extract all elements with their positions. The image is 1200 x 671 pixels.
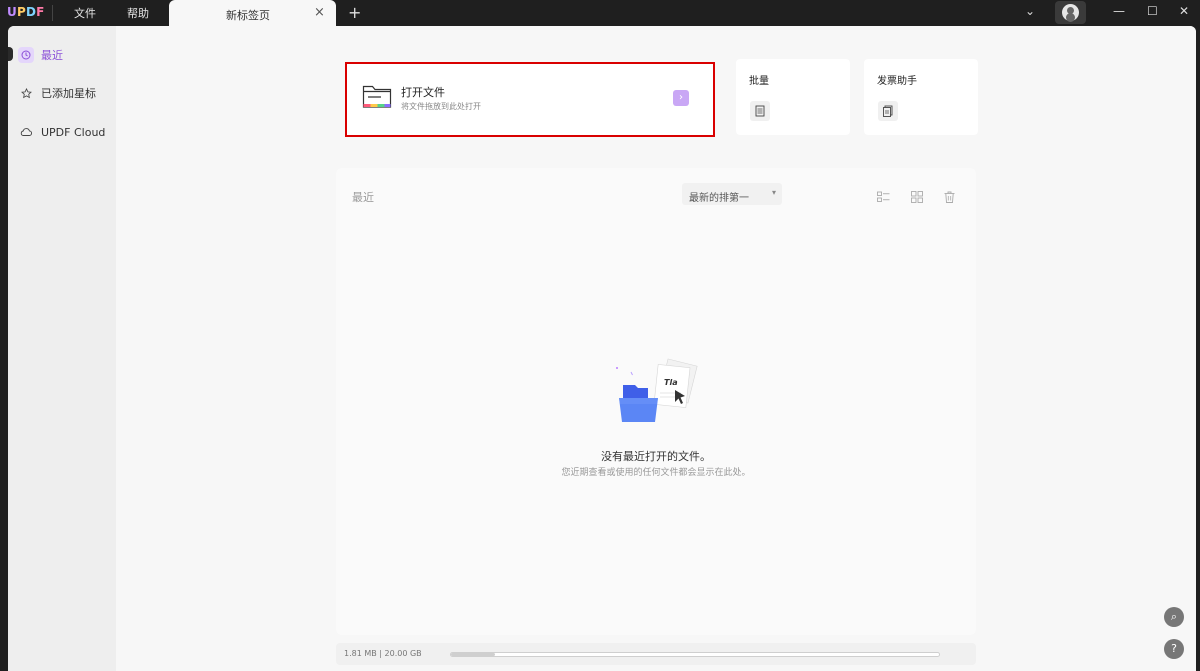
illustration-text: Tla xyxy=(664,378,678,387)
invoice-icon xyxy=(878,101,898,121)
trash-icon[interactable] xyxy=(944,188,955,207)
sidebar-item-cloud[interactable]: UPDF Cloud xyxy=(18,119,112,145)
help-button[interactable]: ? xyxy=(1164,639,1184,659)
empty-state-title: 没有最近打开的文件。 xyxy=(601,450,711,463)
menu-file[interactable]: 文件 xyxy=(74,5,96,21)
chevron-down-icon[interactable]: ⌄ xyxy=(1025,4,1035,18)
avatar xyxy=(1062,4,1079,21)
tab-close-icon[interactable]: × xyxy=(314,5,325,20)
sidebar-item-recent[interactable]: 最近 xyxy=(18,42,112,68)
batch-title: 批量 xyxy=(749,76,769,87)
tab-new[interactable]: 新标签页 × xyxy=(169,0,336,26)
title-bar: UPDF 文件 帮助 新标签页 × + ⌄ — ☐ ✕ xyxy=(0,0,1200,26)
storage-bar xyxy=(450,652,940,657)
maximize-button[interactable]: ☐ xyxy=(1147,4,1158,18)
close-window-button[interactable]: ✕ xyxy=(1179,4,1189,18)
sidebar-item-label: UPDF Cloud xyxy=(41,125,106,139)
new-tab-button[interactable]: + xyxy=(348,3,361,22)
invoice-title: 发票助手 xyxy=(877,76,917,87)
chevron-down-icon: ▾ xyxy=(771,188,776,197)
main-area: 打开文件 将文件拖放到此处打开 › 批量 发票助手 最近 最新的排第一 ▾ Tl… xyxy=(116,26,1196,671)
tab-label: 新标签页 xyxy=(226,9,270,22)
invoice-card[interactable]: 发票助手 xyxy=(864,59,978,135)
star-icon xyxy=(18,85,34,101)
clock-icon xyxy=(18,47,34,63)
batch-card[interactable]: 批量 xyxy=(736,59,850,135)
open-file-subtitle: 将文件拖放到此处打开 xyxy=(401,102,481,111)
sidebar-item-label: 最近 xyxy=(41,49,63,62)
recent-label: 最近 xyxy=(352,191,374,204)
list-view-icon[interactable] xyxy=(877,188,890,207)
storage-text: 1.81 MB | 20.00 GB xyxy=(344,649,422,658)
grid-view-icon[interactable] xyxy=(911,188,923,207)
cloud-icon xyxy=(18,124,34,140)
sidebar: 最近 已添加星标 UPDF Cloud xyxy=(8,26,116,671)
open-file-card[interactable]: 打开文件 将文件拖放到此处打开 › xyxy=(345,62,715,137)
account-button[interactable] xyxy=(1055,1,1086,24)
app-logo: UPDF xyxy=(7,5,45,19)
title-separator xyxy=(52,5,53,21)
minimize-button[interactable]: — xyxy=(1113,4,1125,18)
menu-help[interactable]: 帮助 xyxy=(127,5,149,21)
sidebar-item-label: 已添加星标 xyxy=(41,87,96,100)
sidebar-item-starred[interactable]: 已添加星标 xyxy=(18,80,112,106)
search-button[interactable]: ⌕ xyxy=(1164,607,1184,627)
empty-folder-illustration: Tla xyxy=(611,356,701,440)
batch-icon xyxy=(750,101,770,121)
open-file-title: 打开文件 xyxy=(401,86,445,99)
recent-panel: 最近 最新的排第一 ▾ Tla 没有最近打开的文件。 您近期查看或使用的任何文件… xyxy=(336,168,976,635)
sort-label: 最新的排第一 xyxy=(689,193,749,204)
sidebar-collapse-handle[interactable] xyxy=(8,47,13,61)
storage-footer: 1.81 MB | 20.00 GB xyxy=(336,643,976,665)
app-window: 最近 已添加星标 UPDF Cloud 打开文件 将文件拖放到此处打开 › 批量… xyxy=(8,26,1196,671)
folder-icon xyxy=(362,82,392,114)
empty-state-subtitle: 您近期查看或使用的任何文件都会显示在此处。 xyxy=(561,468,751,478)
open-file-arrow-button[interactable]: › xyxy=(673,90,689,106)
sort-dropdown[interactable]: 最新的排第一 ▾ xyxy=(682,183,782,205)
storage-bar-fill xyxy=(451,653,496,656)
